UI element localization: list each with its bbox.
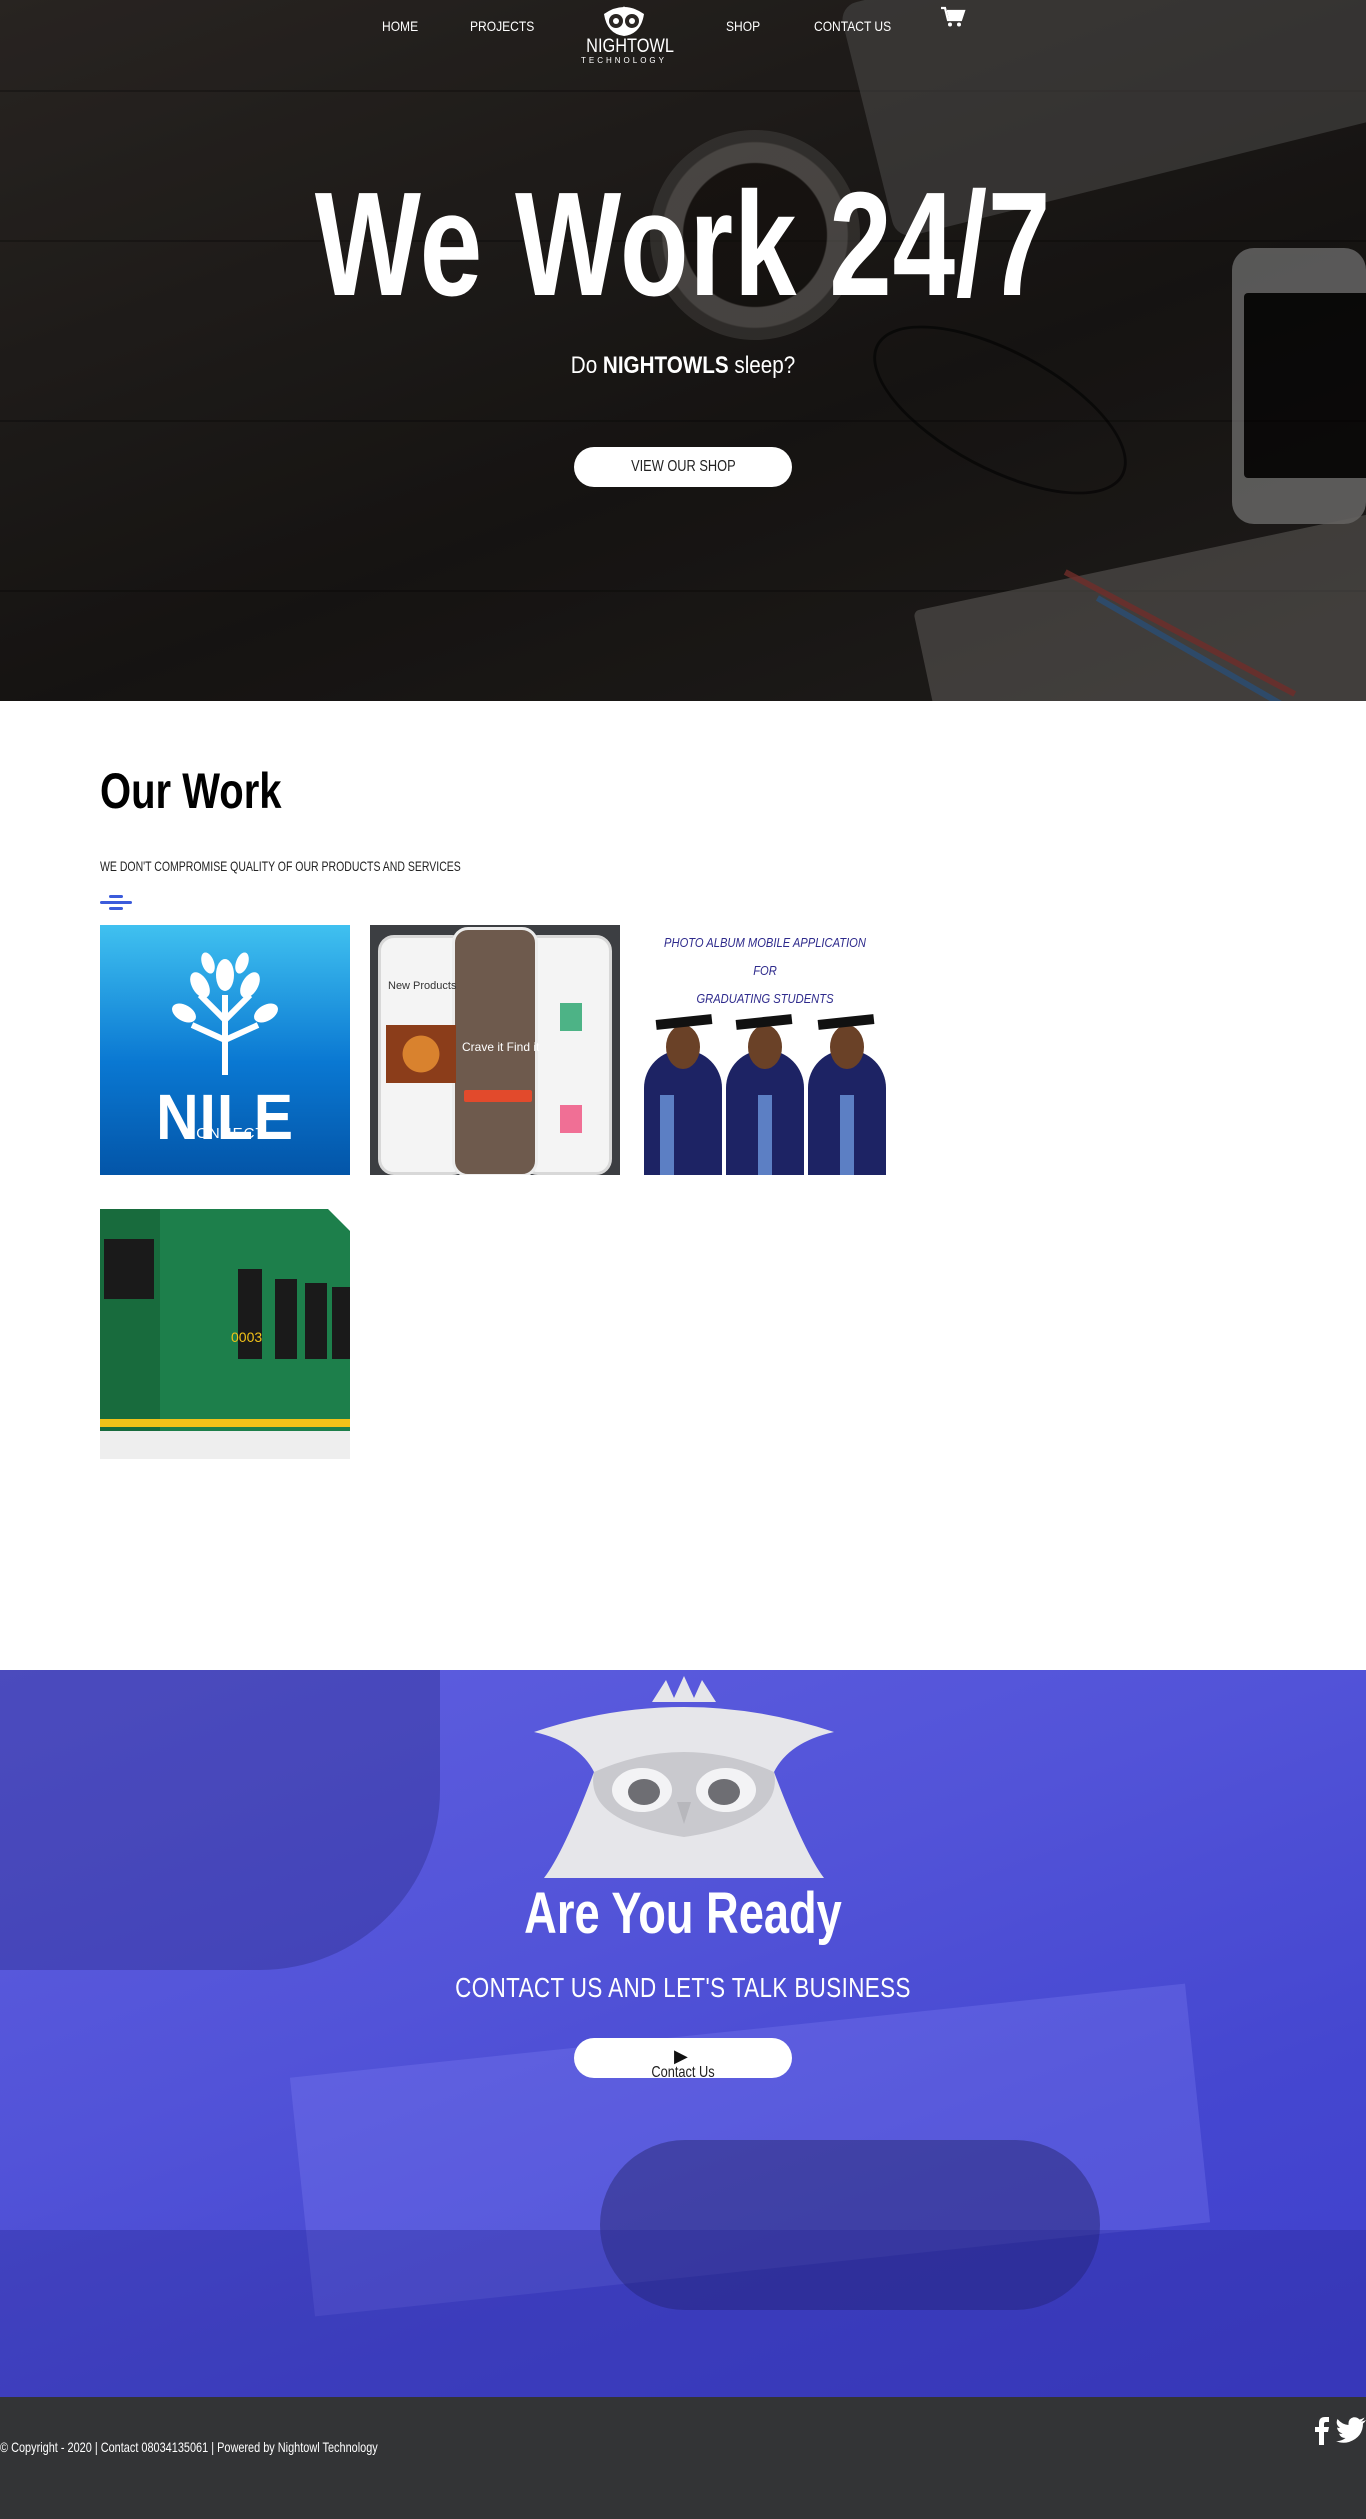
project-tile-nile-connect[interactable]: NILE CONNECT	[100, 925, 350, 1175]
logo-tagline: TECHNOLOGY	[580, 56, 667, 65]
tile-title: NILE	[156, 1081, 294, 1153]
our-work-subtitle: WE DON'T COMPROMISE QUALITY OF OUR PRODU…	[100, 858, 461, 874]
contact-us-label: Contact Us	[651, 2064, 715, 2081]
project-tile-photo-album[interactable]: PHOTO ALBUM MOBILE APPLICATION FOR GRADU…	[640, 925, 890, 1175]
cart-icon[interactable]	[940, 6, 966, 33]
nav-projects[interactable]: PROJECTS	[470, 18, 534, 34]
hero-section: HOME PROJECTS NIGHTOWL TECHNOLOGY SHOP C…	[0, 0, 1366, 701]
top-nav: HOME PROJECTS NIGHTOWL TECHNOLOGY SHOP C…	[0, 0, 1366, 80]
contact-us-button[interactable]: ▶ Contact Us	[574, 2038, 792, 2081]
ready-title: Are You Ready	[524, 1881, 842, 1946]
tile-subtitle: CONNECT	[184, 1125, 266, 1142]
ready-subtitle: CONTACT US AND LET'S TALK BUSINESS	[455, 1972, 911, 2003]
copyright-text: © Copyright - 2020 | Contact 08034135061…	[0, 2439, 378, 2455]
tree-icon	[172, 952, 278, 1075]
nav-shop[interactable]: SHOP	[726, 18, 760, 34]
tile-caption-line: FOR	[753, 963, 777, 978]
project-tile-train[interactable]: 0003	[100, 1209, 350, 1459]
nav-home[interactable]: HOME	[382, 18, 418, 34]
food-image	[386, 1025, 456, 1083]
train-number: 0003	[231, 1329, 263, 1345]
project-tile-food-app[interactable]: New Products Crave it Find it	[370, 925, 620, 1175]
logo-name: NIGHTOWL	[586, 36, 674, 57]
hero-title: We Work 24/7	[314, 162, 1052, 327]
nightowl-logo[interactable]: NIGHTOWL TECHNOLOGY	[580, 4, 674, 80]
view-shop-button[interactable]: VIEW OUR SHOP	[574, 447, 792, 487]
our-work-title: Our Work	[100, 763, 282, 819]
nav-contact-us[interactable]: CONTACT US	[814, 18, 891, 34]
hero-subtitle: Do NIGHTOWLS sleep?	[570, 352, 796, 379]
twitter-icon[interactable]	[1336, 2417, 1366, 2450]
tile-caption-line: PHOTO ALBUM MOBILE APPLICATION	[664, 935, 866, 950]
tile-caption-line: GRADUATING STUDENTS	[696, 991, 834, 1006]
tile-title: New Products	[388, 980, 457, 992]
facebook-icon[interactable]	[1314, 2417, 1330, 2450]
filter-icon[interactable]	[100, 894, 132, 917]
social-links	[1314, 2417, 1366, 2450]
owl-mascot-icon	[534, 1672, 834, 1883]
owl-logo-icon	[604, 6, 644, 36]
tile-subtitle: Crave it Find it	[462, 1040, 540, 1054]
footer: © Copyright - 2020 | Contact 08034135061…	[0, 2397, 1366, 2519]
